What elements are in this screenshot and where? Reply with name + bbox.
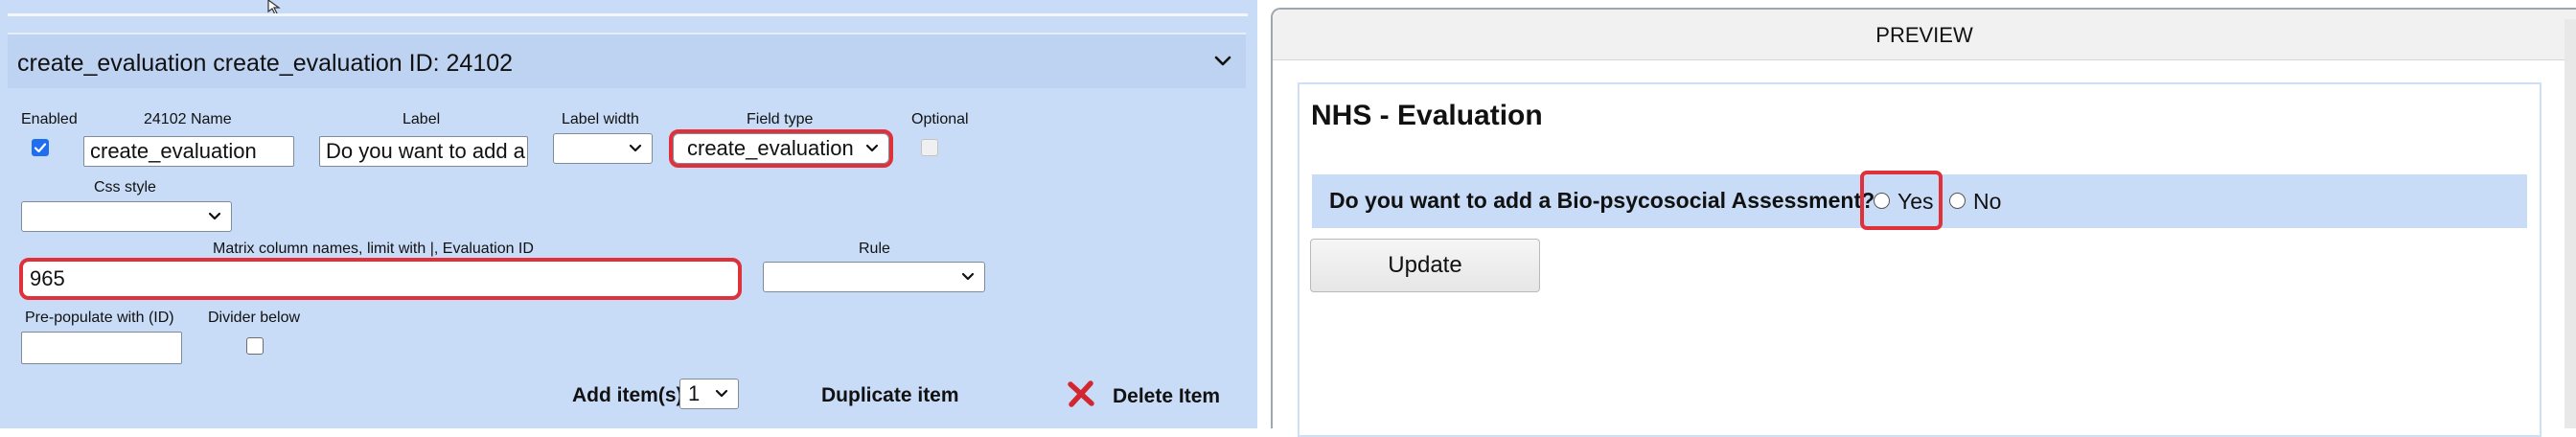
rule-select[interactable]	[763, 262, 985, 292]
panel-separator	[8, 13, 1248, 16]
delete-x-icon[interactable]	[1066, 379, 1096, 409]
add-items-value: 1	[688, 381, 701, 405]
yes-option-highlight	[1860, 171, 1943, 230]
optional-label: Optional	[911, 111, 969, 127]
chevron-down-icon	[715, 389, 728, 398]
no-radio[interactable]	[1949, 193, 1966, 209]
label-input[interactable]: Do you want to add a	[319, 136, 528, 167]
add-items-label: Add item(s)	[572, 384, 683, 406]
field-type-value: create_evaluation	[687, 136, 854, 160]
question-label: Do you want to add a Bio-psycosocial Ass…	[1329, 188, 1875, 213]
divider-checkbox[interactable]	[246, 337, 264, 355]
chevron-down-icon	[208, 212, 221, 220]
prepopulate-input[interactable]	[21, 332, 182, 364]
divider-label: Divider below	[208, 310, 301, 326]
duplicate-item-button[interactable]: Duplicate item	[821, 384, 959, 407]
rule-label: Rule	[859, 241, 890, 257]
scrollbar[interactable]	[2564, 19, 2576, 428]
form-title: NHS - Evaluation	[1311, 100, 1543, 131]
css-style-label: Css style	[94, 179, 156, 196]
matrix-input[interactable]: 965	[19, 258, 742, 300]
label-width-select[interactable]	[553, 133, 653, 164]
checkmark-icon	[34, 143, 47, 153]
matrix-label: Matrix column names, limit with |, Evalu…	[213, 241, 534, 257]
enabled-label: Enabled	[21, 111, 78, 127]
preview-header: PREVIEW	[1273, 10, 2576, 60]
name-input[interactable]: create_evaluation	[83, 136, 294, 167]
delete-item-button[interactable]: Delete Item	[1113, 385, 1220, 408]
preview-title: PREVIEW	[1875, 23, 1973, 47]
prepopulate-label: Pre-populate with (ID)	[25, 310, 174, 326]
update-button[interactable]: Update	[1310, 239, 1540, 292]
optional-checkbox[interactable]	[921, 139, 938, 156]
field-type-label: Field type	[747, 111, 814, 127]
item-header[interactable]: create_evaluation create_evaluation ID: …	[8, 33, 1246, 88]
chevron-down-icon	[629, 144, 642, 152]
chevron-down-icon	[961, 272, 975, 281]
css-style-select[interactable]	[21, 201, 232, 232]
no-radio-label[interactable]: No	[1973, 189, 2001, 215]
add-items-select[interactable]: 1	[679, 379, 739, 409]
label-width-label: Label width	[562, 111, 639, 127]
chevron-down-icon[interactable]	[1209, 48, 1236, 75]
item-header-title: create_evaluation create_evaluation ID: …	[17, 50, 514, 77]
enabled-checkbox[interactable]	[32, 139, 49, 156]
chevron-down-icon	[865, 144, 879, 152]
field-type-select[interactable]: create_evaluation	[669, 129, 893, 168]
label-label: Label	[402, 111, 441, 127]
name-label: 24102 Name	[144, 111, 232, 127]
